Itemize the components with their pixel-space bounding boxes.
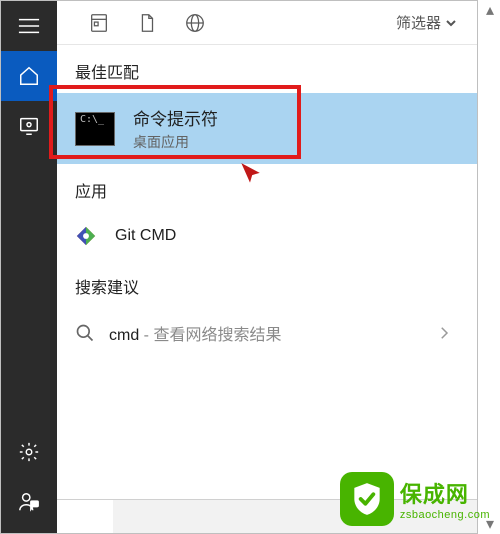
- git-diamond-icon: [75, 225, 97, 247]
- app-result-label: Git CMD: [115, 227, 176, 245]
- app-result-git-cmd[interactable]: Git CMD: [57, 212, 477, 260]
- scroll-down-icon[interactable]: ▾: [480, 514, 500, 534]
- monitor-icon[interactable]: [1, 101, 57, 151]
- user-feedback-icon[interactable]: [1, 477, 57, 527]
- search-input-strip: [57, 499, 477, 533]
- documents-scope-icon[interactable]: [133, 9, 161, 37]
- search-icon: [75, 323, 95, 343]
- search-suggestion-row[interactable]: cmd - 查看网络搜索结果: [57, 308, 477, 358]
- settings-gear-icon[interactable]: [1, 427, 57, 477]
- apps-scope-icon[interactable]: [85, 9, 113, 37]
- search-scope-header: 筛选器: [57, 1, 477, 45]
- suggestion-text: cmd - 查看网络搜索结果: [109, 321, 281, 345]
- search-results-panel: 筛选器 最佳匹配 C:\_ 命令提示符 桌面应用 应用 Git CMD 搜: [57, 1, 477, 533]
- best-match-subtitle: 桌面应用: [133, 132, 218, 152]
- hamburger-icon[interactable]: [1, 1, 57, 51]
- suggestion-secondary: - 查看网络搜索结果: [139, 327, 281, 344]
- chevron-right-icon: [435, 324, 453, 342]
- best-match-text: 命令提示符 桌面应用: [133, 105, 218, 152]
- suggestions-heading: 搜索建议: [57, 260, 477, 308]
- home-icon[interactable]: [1, 51, 57, 101]
- scroll-up-icon[interactable]: ▴: [480, 0, 500, 20]
- suggestion-query: cmd: [109, 327, 139, 344]
- chevron-down-icon: [445, 17, 457, 29]
- best-match-title: 命令提示符: [133, 105, 218, 130]
- search-input[interactable]: [113, 500, 477, 533]
- apps-heading: 应用: [57, 164, 477, 212]
- filter-dropdown[interactable]: 筛选器: [396, 12, 469, 33]
- filter-label: 筛选器: [396, 12, 441, 33]
- window-scrollbar[interactable]: ▴ ▾: [480, 0, 500, 534]
- start-left-rail: [1, 1, 57, 533]
- web-scope-icon[interactable]: [181, 9, 209, 37]
- cmd-terminal-icon: C:\_: [75, 112, 115, 146]
- best-match-heading: 最佳匹配: [57, 45, 477, 93]
- best-match-result[interactable]: C:\_ 命令提示符 桌面应用: [57, 93, 477, 164]
